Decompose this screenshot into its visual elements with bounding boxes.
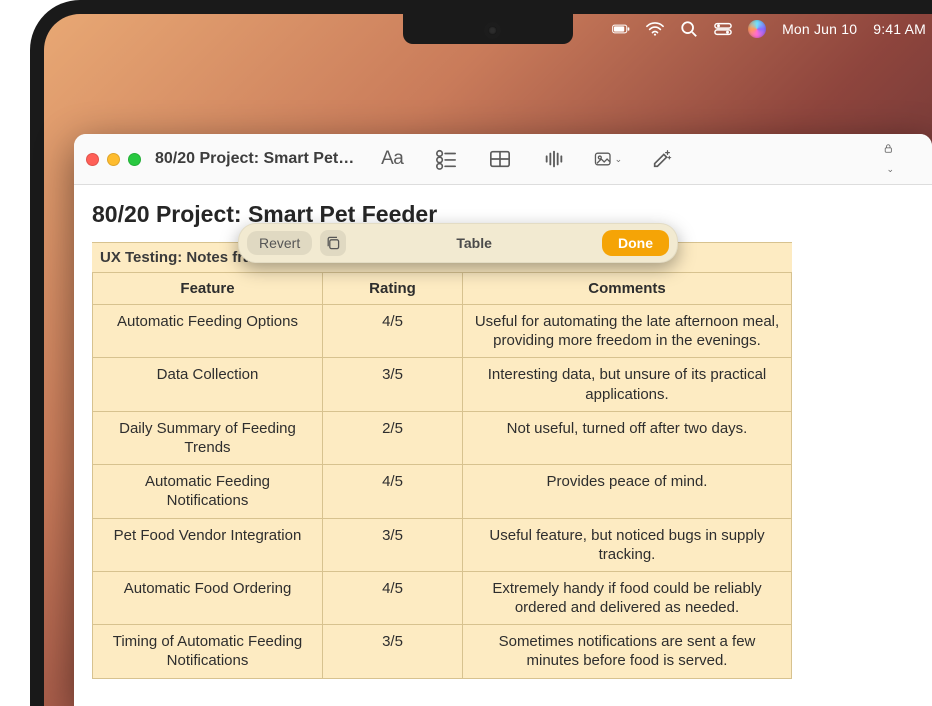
cell-rating[interactable]: 4/5 [323,305,463,358]
battery-icon[interactable] [612,20,630,38]
cell-feature[interactable]: Daily Summary of Feeding Trends [93,411,323,464]
table-button[interactable] [486,145,514,173]
done-button[interactable]: Done [602,230,669,256]
revert-button[interactable]: Revert [247,231,312,255]
media-button[interactable]: ⌄ [594,145,622,173]
notch [403,14,573,44]
cell-rating[interactable]: 2/5 [323,411,463,464]
th-rating: Rating [323,273,463,305]
minimize-button[interactable] [107,153,120,166]
table-row[interactable]: Automatic Feeding Options 4/5 Useful for… [93,305,792,358]
table-row[interactable]: Automatic Feeding Notifications 4/5 Prov… [93,465,792,518]
cell-feature[interactable]: Automatic Food Ordering [93,571,323,624]
close-button[interactable] [86,153,99,166]
format-button[interactable]: Aa [378,145,406,173]
cell-feature[interactable]: Automatic Feeding Notifications [93,465,323,518]
menubar-date[interactable]: Mon Jun 10 [782,21,857,37]
toolbar: Aa [378,145,676,173]
writing-tools-button[interactable] [648,145,676,173]
cell-comments[interactable]: Extremely handy if food could be reliabl… [463,571,792,624]
titlebar: 80/20 Project: Smart Pet… Aa [74,134,932,184]
cell-comments[interactable]: Useful feature, but noticed bugs in supp… [463,518,792,571]
siri-icon[interactable] [748,20,766,38]
th-feature: Feature [93,273,323,305]
copy-icon[interactable] [320,230,346,256]
th-comments: Comments [463,273,792,305]
cell-comments[interactable]: Not useful, turned off after two days. [463,411,792,464]
cell-feature[interactable]: Pet Food Vendor Integration [93,518,323,571]
wifi-icon[interactable] [646,20,664,38]
table-wrap: UX Testing: Notes fra Feature Rating Com… [92,242,792,679]
notes-window: 80/20 Project: Smart Pet… Aa [74,134,932,706]
cell-comments[interactable]: Interesting data, but unsure of its prac… [463,358,792,411]
table-row[interactable]: Daily Summary of Feeding Trends 2/5 Not … [93,411,792,464]
cell-rating[interactable]: 4/5 [323,571,463,624]
spotlight-icon[interactable] [680,20,698,38]
table-row[interactable]: Data Collection 3/5 Interesting data, bu… [93,358,792,411]
fullscreen-button[interactable] [128,153,141,166]
table-row[interactable]: Timing of Automatic Feeding Notification… [93,625,792,678]
toolbar-right: ⌄ [857,141,920,177]
camera [488,26,497,35]
cell-feature[interactable]: Automatic Feeding Options [93,305,323,358]
cell-rating[interactable]: 3/5 [323,358,463,411]
menubar-time[interactable]: 9:41 AM [873,21,926,37]
checklist-button[interactable] [432,145,460,173]
cell-comments[interactable]: Sometimes notifications are sent a few m… [463,625,792,678]
document-area: 80/20 Project: Smart Pet Feeder UX Testi… [74,185,932,695]
cell-rating[interactable]: 4/5 [323,465,463,518]
table-edit-pill: Revert Table Done [238,223,678,263]
cell-rating[interactable]: 3/5 [323,625,463,678]
menu-bar: Mon Jun 10 9:41 AM [612,16,926,42]
control-center-icon[interactable] [714,20,732,38]
device-frame: Mon Jun 10 9:41 AM 80/20 Project: Smart … [30,0,932,706]
cell-comments[interactable]: Provides peace of mind. [463,465,792,518]
feature-table[interactable]: Feature Rating Comments Automatic Feedin… [92,272,792,679]
cell-rating[interactable]: 3/5 [323,518,463,571]
cell-feature[interactable]: Data Collection [93,358,323,411]
table-row[interactable]: Automatic Food Ordering 4/5 Extremely ha… [93,571,792,624]
traffic-lights [86,153,141,166]
window-title: 80/20 Project: Smart Pet… [155,150,354,168]
cell-feature[interactable]: Timing of Automatic Feeding Notification… [93,625,323,678]
lock-button[interactable]: ⌄ [883,141,894,177]
pill-label: Table [456,235,492,251]
table-header-row: Feature Rating Comments [93,273,792,305]
cell-comments[interactable]: Useful for automating the late afternoon… [463,305,792,358]
table-row[interactable]: Pet Food Vendor Integration 3/5 Useful f… [93,518,792,571]
audio-button[interactable] [540,145,568,173]
